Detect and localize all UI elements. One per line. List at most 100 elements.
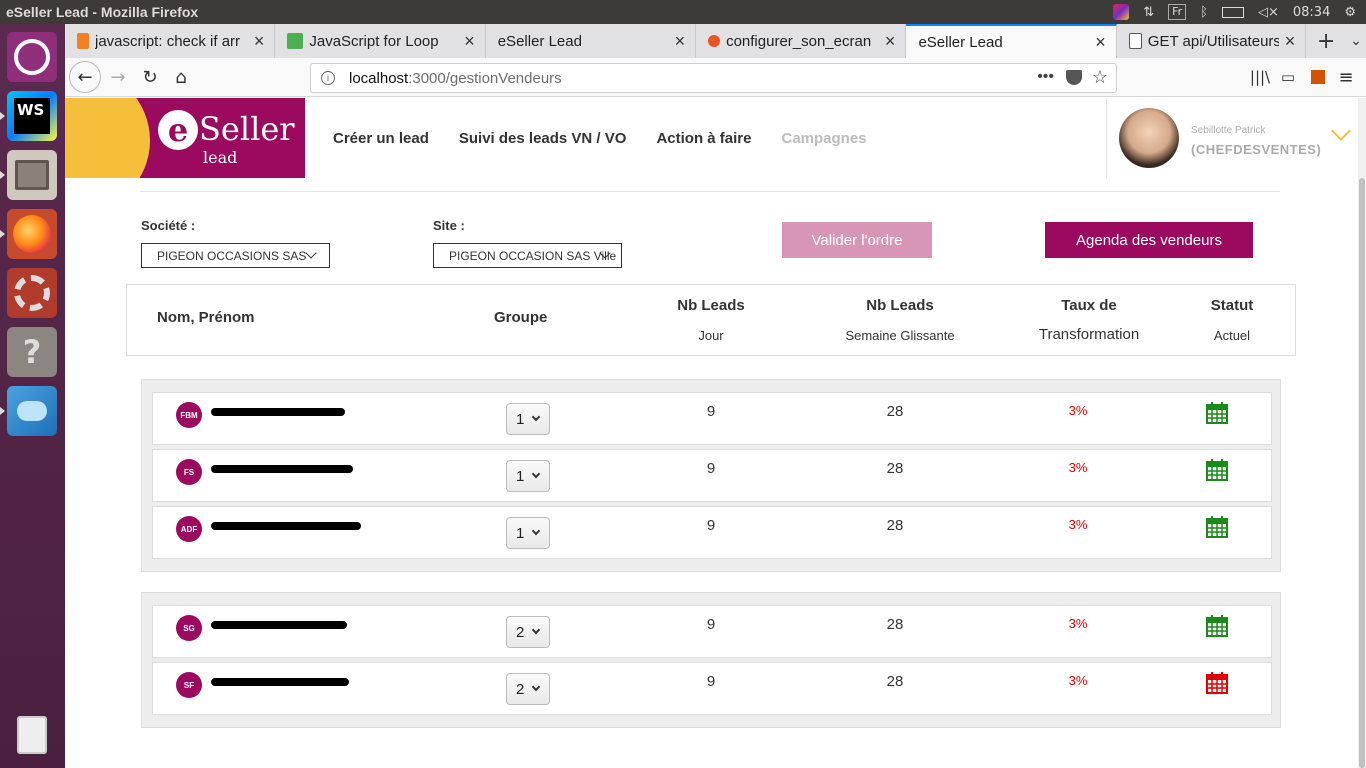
- close-tab-icon[interactable]: ×: [675, 31, 686, 52]
- close-tab-icon[interactable]: ×: [885, 31, 896, 52]
- webstorm-icon[interactable]: WS: [7, 91, 57, 141]
- tab-overflow-icon[interactable]: ⌄: [1346, 24, 1366, 58]
- sidebar-icon[interactable]: ▭: [1273, 62, 1303, 92]
- table-row: ADF 1 9 28 3%: [152, 506, 1272, 559]
- launcher-running-indicator: [0, 112, 5, 120]
- help-icon[interactable]: ?: [7, 327, 57, 377]
- group-select[interactable]: 2: [506, 616, 550, 648]
- browser-tab-active[interactable]: eSeller Lead ×: [906, 24, 1117, 58]
- file-manager-icon[interactable]: [7, 150, 57, 200]
- calendar-available-icon[interactable]: [1205, 614, 1229, 638]
- header-rate-sub: Transformation: [1038, 326, 1140, 343]
- close-tab-icon[interactable]: ×: [464, 31, 475, 52]
- logo-subtitle: lead: [203, 148, 238, 167]
- app-indicator-icon[interactable]: [1113, 4, 1130, 20]
- chevron-down-icon: [531, 412, 541, 422]
- trash-icon[interactable]: [7, 710, 57, 760]
- header-leads-day-sub: Jour: [698, 328, 724, 343]
- conversion-rate: 3%: [1068, 403, 1088, 418]
- site-info-icon[interactable]: i: [321, 71, 335, 85]
- leads-day: 9: [706, 616, 716, 633]
- main-navigation: Créer un lead Suivi des leads VN / VO Ac…: [333, 130, 867, 147]
- pocket-icon[interactable]: [1066, 70, 1082, 85]
- browser-tab[interactable]: GET api/Utilisateurs?c ×: [1117, 24, 1307, 58]
- back-button[interactable]: ←: [69, 61, 101, 93]
- leads-week: 28: [886, 517, 904, 534]
- browser-navbar: ← → ↻ ⌂ i localhost:3000/gestionVendeurs…: [65, 58, 1366, 97]
- seller-group: SG 2 9 28 3% SF 2 9 28 3%: [141, 592, 1281, 728]
- firefox-icon[interactable]: [7, 209, 57, 259]
- home-button[interactable]: ⌂: [166, 62, 196, 92]
- user-menu[interactable]: Sebillotte Patrick (CHEFDESVENTES): [1106, 98, 1358, 178]
- system-settings-icon[interactable]: [7, 268, 57, 318]
- forward-button[interactable]: →: [103, 62, 133, 92]
- bluetooth-icon[interactable]: ᛒ: [1200, 5, 1208, 20]
- conversion-rate: 3%: [1068, 673, 1088, 688]
- reload-button[interactable]: ↻: [135, 62, 165, 92]
- site-value: PIGEON OCCASION SAS Ville: [449, 248, 617, 263]
- avatar-initials: ADF: [176, 516, 202, 542]
- leads-day: 9: [706, 517, 716, 534]
- group-value: 2: [516, 623, 525, 641]
- browser-tab[interactable]: configurer_son_ecran ×: [696, 24, 907, 58]
- bookmark-star-icon[interactable]: ☆: [1092, 67, 1108, 88]
- site-select[interactable]: PIGEON OCCASION SAS Ville: [433, 243, 622, 268]
- user-role: (CHEFDESVENTES): [1191, 142, 1322, 157]
- w3schools-icon: [287, 33, 304, 49]
- table-row: SG 2 9 28 3%: [152, 605, 1272, 658]
- battery-icon[interactable]: [1221, 6, 1244, 18]
- calendar-available-icon[interactable]: [1205, 458, 1229, 482]
- group-select[interactable]: 1: [506, 403, 550, 435]
- browser-tab-strip: javascript: check if arr × JavaScript fo…: [65, 24, 1366, 58]
- close-tab-icon[interactable]: ×: [1285, 31, 1296, 52]
- header-group: Groupe: [494, 309, 548, 326]
- browser-tab[interactable]: eSeller Lead ×: [486, 24, 697, 58]
- software-updater-icon[interactable]: [7, 386, 57, 436]
- clock[interactable]: 08:34: [1293, 5, 1330, 20]
- extension-icon[interactable]: [1303, 62, 1333, 92]
- redacted-name: [211, 522, 361, 530]
- nav-action-a-faire[interactable]: Action à faire: [656, 130, 751, 147]
- agenda-vendeurs-button[interactable]: Agenda des vendeurs: [1045, 222, 1253, 258]
- eseller-logo[interactable]: e Seller lead: [65, 98, 305, 178]
- calendar-unavailable-icon[interactable]: [1205, 671, 1229, 695]
- scrollbar-thumb[interactable]: [1359, 178, 1365, 768]
- nav-creer-lead[interactable]: Créer un lead: [333, 130, 429, 147]
- browser-tab[interactable]: javascript: check if arr ×: [65, 24, 276, 58]
- avatar: [1119, 108, 1179, 168]
- library-icon[interactable]: |||\: [1245, 62, 1275, 92]
- chevron-down-icon: [531, 682, 541, 692]
- nav-suivi-leads[interactable]: Suivi des leads VN / VO: [459, 130, 627, 147]
- group-select[interactable]: 2: [506, 673, 550, 705]
- menu-icon[interactable]: ≡: [1331, 62, 1361, 92]
- user-name: Sebillotte Patrick: [1191, 125, 1266, 136]
- calendar-available-icon[interactable]: [1205, 515, 1229, 539]
- keyboard-layout[interactable]: Fr: [1168, 4, 1187, 20]
- url-bar[interactable]: i localhost:3000/gestionVendeurs ••• ☆: [310, 63, 1117, 93]
- ubuntu-dash-icon[interactable]: [7, 32, 57, 82]
- network-icon[interactable]: ⇅: [1143, 5, 1154, 20]
- valider-ordre-button[interactable]: Valider l'ordre: [782, 222, 932, 258]
- launcher-running-indicator: [0, 407, 5, 415]
- new-tab-button[interactable]: +: [1306, 24, 1346, 58]
- avatar-initials: SG: [176, 615, 202, 641]
- close-tab-icon[interactable]: ×: [254, 31, 265, 52]
- table-header: Nom, Prénom Groupe Nb Leads Jour Nb Lead…: [126, 284, 1296, 356]
- leads-day: 9: [706, 460, 716, 477]
- volume-icon[interactable]: ◁×: [1258, 5, 1279, 20]
- ubuntu-icon: [708, 35, 721, 47]
- group-select[interactable]: 1: [506, 517, 550, 549]
- close-tab-icon[interactable]: ×: [1095, 32, 1106, 53]
- logo-accent-shape: [65, 98, 150, 178]
- header-status: Statut: [1210, 297, 1254, 314]
- societe-select[interactable]: PIGEON OCCASIONS SAS: [141, 243, 330, 268]
- page-actions-icon[interactable]: •••: [1037, 68, 1054, 86]
- url-host: localhost: [349, 69, 409, 87]
- settings-gear-icon[interactable]: ⚙: [1344, 5, 1356, 20]
- browser-tab[interactable]: JavaScript for Loop ×: [275, 24, 486, 58]
- leads-day: 9: [706, 403, 716, 420]
- group-select[interactable]: 1: [506, 460, 550, 492]
- calendar-available-icon[interactable]: [1205, 401, 1229, 425]
- chevron-down-icon[interactable]: [1331, 121, 1351, 141]
- unity-launcher: WS ?: [0, 24, 65, 768]
